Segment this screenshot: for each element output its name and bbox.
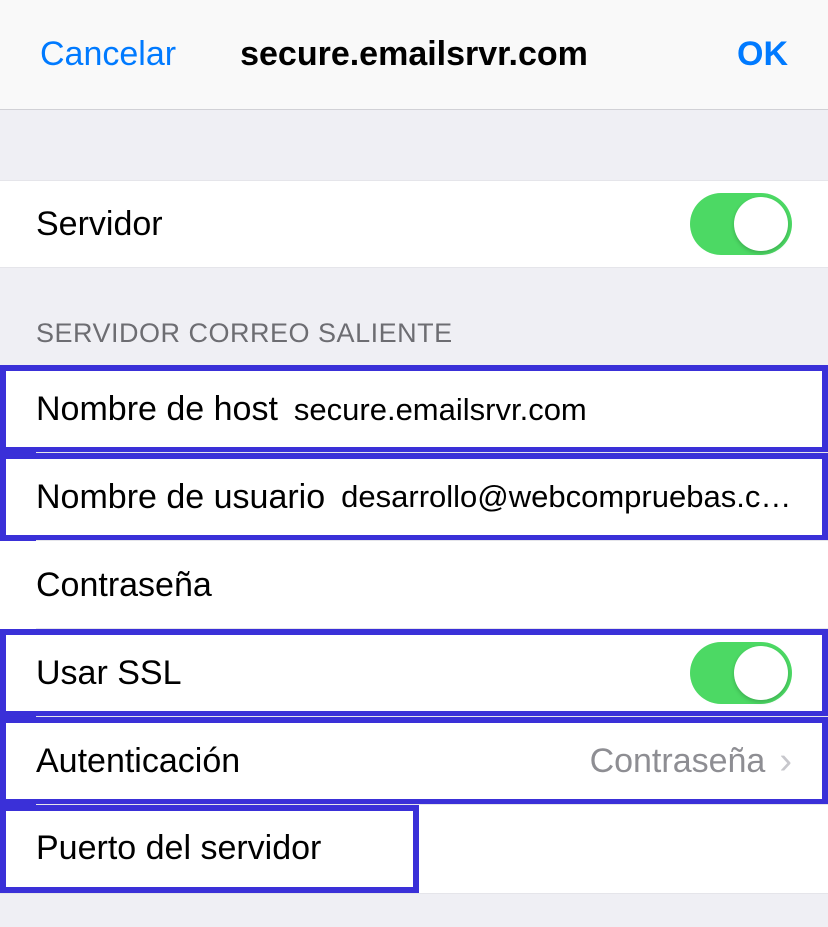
port-row[interactable]: Puerto del servidor 465 <box>0 805 419 893</box>
username-row[interactable]: Nombre de usuario desarrollo@webcomprueb… <box>0 453 828 541</box>
cancel-button[interactable]: Cancelar <box>40 35 176 74</box>
auth-row[interactable]: Autenticación Contraseña › <box>0 717 828 805</box>
password-row[interactable]: Contraseña <box>0 541 828 629</box>
spacer <box>0 110 828 180</box>
username-label: Nombre de usuario <box>36 478 325 517</box>
port-label: Puerto del servidor <box>36 829 321 868</box>
server-label: Servidor <box>36 205 163 244</box>
hostname-label: Nombre de host <box>36 390 278 429</box>
chevron-right-icon: › <box>779 740 792 783</box>
hostname-row[interactable]: Nombre de host secure.emailsrvr.com <box>0 365 828 453</box>
server-toggle[interactable] <box>690 193 792 255</box>
username-value: desarrollo@webcompruebas.co… <box>341 479 792 515</box>
use-ssl-row: Usar SSL <box>0 629 828 717</box>
outgoing-section-header: SERVIDOR CORREO SALIENTE <box>0 268 828 365</box>
server-toggle-row: Servidor <box>0 180 828 268</box>
navbar: Cancelar secure.emailsrvr.com OK <box>0 0 828 110</box>
auth-value: Contraseña <box>590 742 774 781</box>
use-ssl-toggle[interactable] <box>690 642 792 704</box>
use-ssl-label: Usar SSL <box>36 654 182 693</box>
outgoing-group: Nombre de host secure.emailsrvr.com Nomb… <box>0 365 828 894</box>
ok-button[interactable]: OK <box>737 35 788 74</box>
password-label: Contraseña <box>36 566 212 605</box>
hostname-value: secure.emailsrvr.com <box>294 392 792 428</box>
page-title: secure.emailsrvr.com <box>240 35 588 74</box>
auth-label: Autenticación <box>36 742 240 781</box>
